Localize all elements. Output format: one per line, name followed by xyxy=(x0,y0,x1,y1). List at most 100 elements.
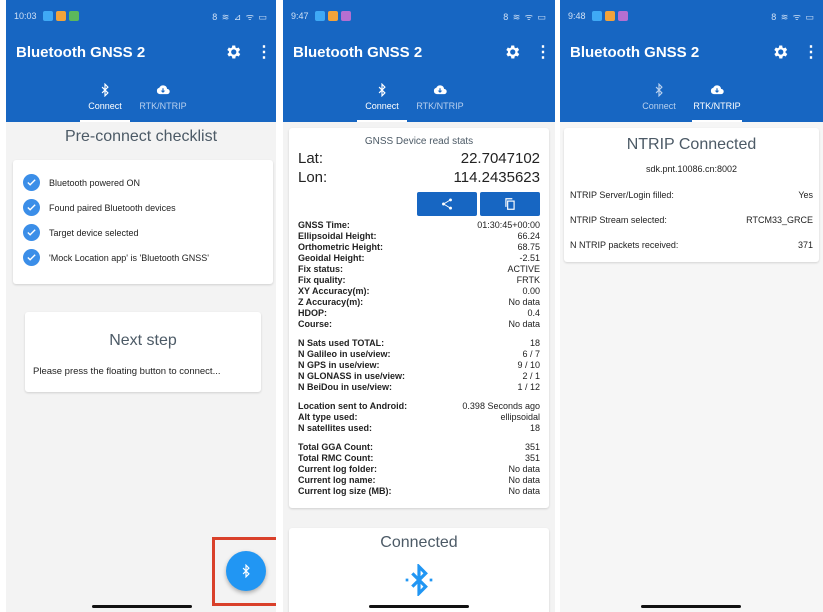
tab-connect[interactable]: Connect xyxy=(630,72,688,122)
stat-value: No data xyxy=(508,475,540,485)
stat-label: N BeiDou in use/view: xyxy=(298,382,393,392)
tab-label: RTK/NTRIP xyxy=(416,101,464,111)
stat-label: N satellites used: xyxy=(298,423,373,433)
stat-value: 18 xyxy=(529,423,540,433)
status-time: 9:47 xyxy=(291,11,309,21)
notification-icons xyxy=(591,11,628,21)
stat-label: N GPS in use/view: xyxy=(298,360,380,370)
checklist-item-label: 'Mock Location app' is 'Bluetooth GNSS' xyxy=(49,252,209,263)
checklist-card: Bluetooth powered ON Found paired Blueto… xyxy=(13,160,273,284)
notification-app-icon xyxy=(314,11,325,21)
stat-row: Alt type used: ellipsoidal xyxy=(298,412,540,423)
stat-label: Alt type used: xyxy=(298,412,358,422)
tab-label: Connect xyxy=(365,101,399,111)
notification-app-icon xyxy=(42,11,53,21)
tab-rtk-ntrip[interactable]: RTK/NTRIP xyxy=(134,72,192,122)
stat-row: Ellipsoidal Height: 66.24 xyxy=(298,231,540,242)
checklist-item-label: Bluetooth powered ON xyxy=(49,177,141,188)
stat-value: ellipsoidal xyxy=(500,412,540,422)
ntrip-row: NTRIP Server/Login filled: Yes xyxy=(570,190,813,201)
ntrip-row-label: NTRIP Stream selected: xyxy=(570,215,667,225)
stat-label: Current log size (MB): xyxy=(298,486,392,496)
bluetooth-icon xyxy=(378,83,386,97)
stat-label: Total RMC Count: xyxy=(298,453,374,463)
nav-gesture-bar[interactable] xyxy=(641,605,741,608)
stats-group: Total GGA Count: 351 Total RMC Count: 351 Cu… xyxy=(298,442,540,497)
stat-value: 01:30:45+00:00 xyxy=(477,220,540,230)
tab-rtk-ntrip[interactable]: RTK/NTRIP xyxy=(411,72,469,122)
stat-row: Total RMC Count: 351 xyxy=(298,453,540,464)
screen-connect-stats: 9:47 8 ≋ ᯤ ▭ Bluetooth GNSS 2 ⋮ Connect … xyxy=(283,0,555,612)
lon-label: Lon: xyxy=(298,169,328,186)
stat-label: Course: xyxy=(298,319,333,329)
gear-icon[interactable] xyxy=(771,43,789,61)
checklist-item: Bluetooth powered ON xyxy=(23,174,263,191)
ntrip-status-card: NTRIP Connected sdk.pnt.10086.cn:8002 NT… xyxy=(564,128,819,262)
checklist-item: Found paired Bluetooth devices xyxy=(23,199,263,216)
stats-group: GNSS Time: 01:30:45+00:00 Ellipsoidal Heig… xyxy=(298,220,540,330)
stat-label: N Galileo in use/view: xyxy=(298,349,391,359)
more-options-icon[interactable]: ⋮ xyxy=(803,42,819,62)
stat-label: Total GGA Count: xyxy=(298,442,373,452)
more-options-icon[interactable]: ⋮ xyxy=(256,42,272,62)
stat-value: 66.24 xyxy=(517,231,540,241)
cloud-download-icon xyxy=(156,85,170,95)
more-options-icon[interactable]: ⋮ xyxy=(535,42,551,62)
notification-icons xyxy=(314,11,351,21)
app-title: Bluetooth GNSS 2 xyxy=(293,43,423,61)
stat-value: 1 / 12 xyxy=(517,382,540,392)
stat-label: Ellipsoidal Height: xyxy=(298,231,377,241)
stat-label: Current log folder: xyxy=(298,464,377,474)
stat-value: 0.4 xyxy=(527,308,540,318)
connected-card: Connected xyxy=(289,528,549,612)
stat-value: No data xyxy=(508,319,540,329)
ntrip-server: sdk.pnt.10086.cn:8002 xyxy=(645,164,738,174)
status-right-icons: 8 ≋ ᯤ ▭ xyxy=(771,11,815,22)
checklist-item-label: Target device selected xyxy=(49,227,139,238)
stat-row: Fix status: ACTIVE xyxy=(298,264,540,275)
stat-value: -2.51 xyxy=(519,253,540,263)
app-bar: Bluetooth GNSS 2 ⋮ xyxy=(560,32,823,72)
stat-value: FRTK xyxy=(516,275,540,285)
stat-row: Current log size (MB): No data xyxy=(298,486,540,497)
nav-gesture-bar[interactable] xyxy=(92,605,192,608)
tab-connect[interactable]: Connect xyxy=(76,72,134,122)
stat-row: Total GGA Count: 351 xyxy=(298,442,540,453)
stat-label: GNSS Time: xyxy=(298,220,350,230)
connect-fab[interactable] xyxy=(226,551,266,591)
app-title: Bluetooth GNSS 2 xyxy=(570,43,700,61)
stat-label: XY Accuracy(m): xyxy=(298,286,370,296)
tab-rtk-ntrip[interactable]: RTK/NTRIP xyxy=(688,72,746,122)
nav-gesture-bar[interactable] xyxy=(369,605,469,608)
check-circle-icon xyxy=(23,199,40,216)
stat-value: 68.75 xyxy=(517,242,540,252)
stat-row: Z Accuracy(m): No data xyxy=(298,297,540,308)
notification-app-icon xyxy=(604,11,615,21)
tab-label: RTK/NTRIP xyxy=(693,101,741,111)
stat-row: N satellites used: 18 xyxy=(298,423,540,434)
app-bar: Bluetooth GNSS 2 ⋮ xyxy=(283,32,555,72)
tab-bar: Connect RTK/NTRIP xyxy=(283,72,555,122)
stat-value: No data xyxy=(508,464,540,474)
cloud-download-icon xyxy=(433,85,447,95)
stat-value: No data xyxy=(508,486,540,496)
lon-row: Lon: 114.2435623 xyxy=(298,168,540,187)
stat-row: XY Accuracy(m): 0.00 xyxy=(298,286,540,297)
copy-button[interactable] xyxy=(480,192,540,216)
check-circle-icon xyxy=(23,249,40,266)
stat-row: Location sent to Android: 0.398 Seconds a… xyxy=(298,401,540,412)
share-button[interactable] xyxy=(417,192,477,216)
status-bar: 9:48 8 ≋ ᯤ ▭ xyxy=(560,0,823,32)
gear-icon[interactable] xyxy=(503,43,521,61)
notification-app-icon xyxy=(617,11,628,21)
checklist-item: 'Mock Location app' is 'Bluetooth GNSS' xyxy=(23,249,263,266)
next-step-title: Next step xyxy=(109,332,177,349)
bluetooth-icon xyxy=(101,83,109,97)
cloud-download-icon xyxy=(710,85,724,95)
tab-connect[interactable]: Connect xyxy=(353,72,411,122)
gear-icon[interactable] xyxy=(224,43,242,61)
ntrip-row-label: NTRIP Server/Login filled: xyxy=(570,190,674,200)
check-circle-icon xyxy=(23,224,40,241)
status-right-icons: 8 ≋ ᯤ ▭ xyxy=(503,11,547,22)
tab-label: RTK/NTRIP xyxy=(139,101,187,111)
